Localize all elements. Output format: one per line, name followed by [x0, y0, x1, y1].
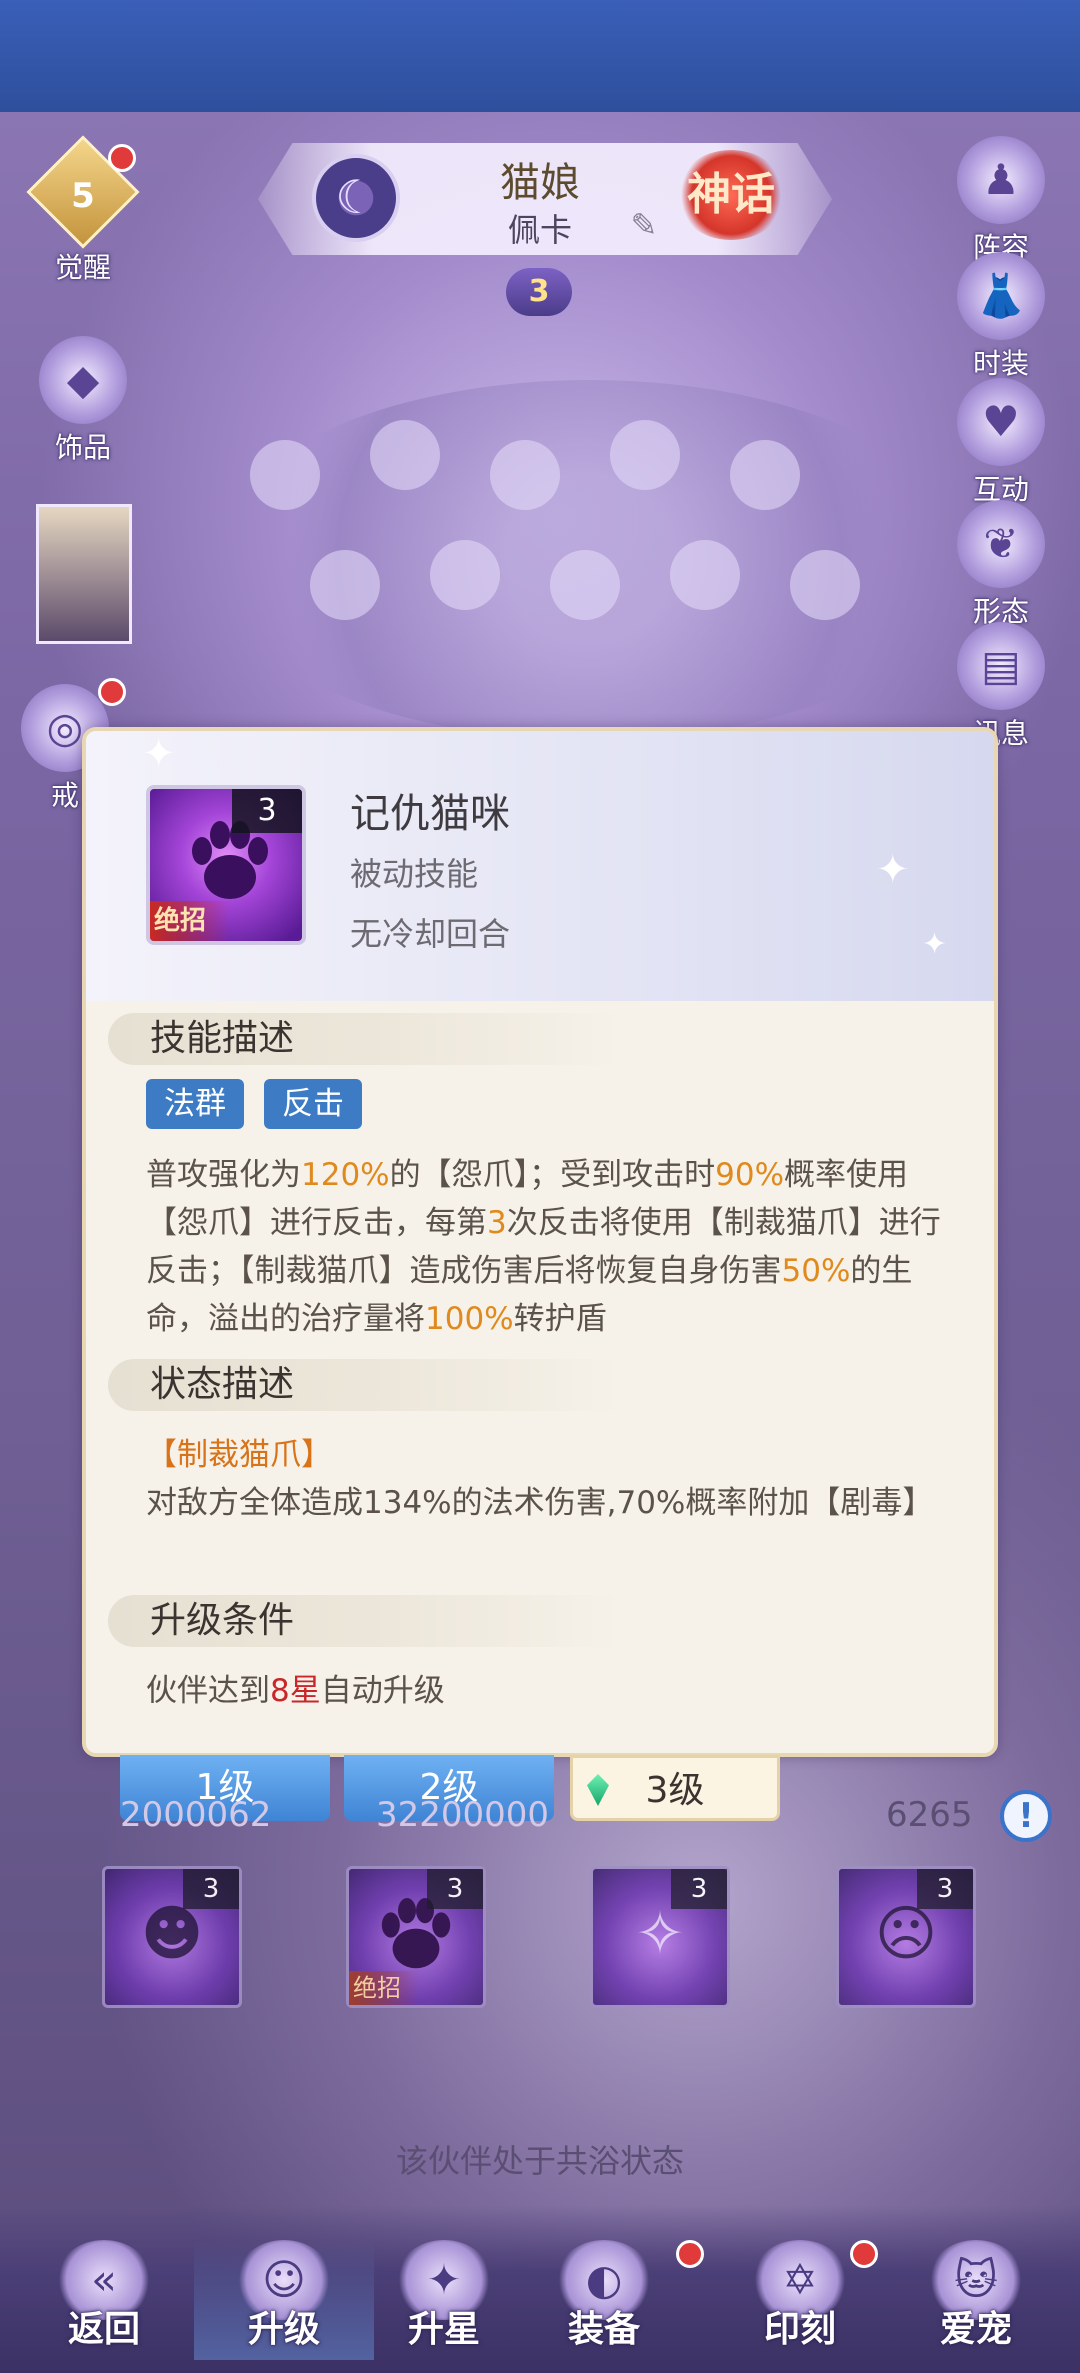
skill-level-badge: 3 — [232, 789, 302, 833]
nav-equipment-label: 装备 — [567, 2309, 640, 2350]
skill-header: ✦ ✦ ✦ 3 绝招 记仇猫咪 被动技能 无冷却回合 — [86, 731, 994, 1001]
accessory-label: 饰品 — [54, 431, 111, 464]
rarity-badge: 神话 — [676, 150, 786, 240]
lineup-button[interactable]: ♟ 阵容 — [946, 136, 1056, 266]
form-button[interactable]: ❦ 形态 — [946, 500, 1056, 630]
tag-counter: 反击 — [264, 1079, 362, 1129]
nav-star-up-label: 升星 — [407, 2309, 480, 2350]
notification-dot — [98, 678, 126, 706]
slot-level: 3 — [917, 1869, 973, 1909]
notification-dot — [108, 144, 136, 172]
accessory-icon: ◆ — [39, 336, 127, 424]
tab-level-3[interactable]: 3级 — [570, 1755, 780, 1821]
info-icon[interactable]: ! — [1000, 1790, 1052, 1842]
character-portrait-thumbnail[interactable] — [36, 504, 132, 644]
skill-slot[interactable]: ✧ 3 — [590, 1866, 730, 2008]
heart-icon: ♥ — [957, 378, 1045, 466]
nav-star-up[interactable]: ✦ 升星 — [354, 2240, 534, 2360]
awaken-label: 觉醒 — [54, 251, 111, 284]
desc-value: 3 — [487, 1205, 507, 1241]
nav-upgrade[interactable]: ☺ 升级 — [194, 2240, 374, 2360]
slot-level: 3 — [671, 1869, 727, 1909]
desc-text: 普攻强化为 — [146, 1157, 301, 1193]
book-icon: ▤ — [957, 622, 1045, 710]
edit-name-icon[interactable]: ✎ — [624, 206, 664, 244]
desc-value: 90% — [715, 1157, 785, 1193]
sparkle-icon: ✦ — [142, 731, 176, 777]
sparkle-icon: ✦ — [876, 847, 910, 893]
nav-back-label: 返回 — [67, 2309, 140, 2350]
stat-right: 6265 — [886, 1795, 973, 1835]
nav-imprint[interactable]: ✡ 印刻 — [710, 2240, 890, 2360]
upgrade-text: 自动升级 — [320, 1673, 445, 1709]
background-dots — [230, 400, 930, 700]
stat-left: 2000062 — [120, 1795, 272, 1835]
skill-description-text: 普攻强化为120%的【怨爪】；受到攻击时90%概率使用【怨爪】进行反击，每第3次… — [146, 1151, 946, 1343]
upgrade-condition-text: 伙伴达到8星自动升级 — [146, 1667, 946, 1715]
costume-icon: 👗 — [957, 252, 1045, 340]
nav-pet[interactable]: 🐱 爱宠 — [886, 2240, 1066, 2360]
skill-title: 记仇猫咪 — [350, 791, 510, 837]
desc-text: 转护盾 — [513, 1301, 607, 1337]
desc-value: 100% — [425, 1301, 514, 1337]
skill-detail-panel: ✦ ✦ ✦ 3 绝招 记仇猫咪 被动技能 无冷却回合 技能描述 法群 反击 普攻… — [82, 727, 998, 1757]
tab-level-3-label: 3级 — [645, 1770, 705, 1811]
ultimate-tag: 绝招 — [150, 901, 230, 941]
costume-label: 时装 — [972, 347, 1029, 380]
butterfly-icon: ❦ — [957, 500, 1045, 588]
slot-ultimate-tag: 绝招 — [349, 1971, 419, 2005]
nav-upgrade-label: 升级 — [247, 2309, 320, 2350]
nav-equipment[interactable]: ◐ 装备 — [514, 2240, 704, 2360]
section-skill-description: 技能描述 — [108, 1013, 628, 1065]
top-banner — [0, 0, 1080, 112]
skill-icon: 3 绝招 — [146, 785, 306, 945]
character-subname: 佩卡 — [507, 211, 572, 249]
skill-type: 被动技能 — [350, 855, 479, 893]
sparkle-icon: ✦ — [922, 927, 948, 962]
slot-level: 3 — [427, 1869, 483, 1909]
awaken-level: 5 — [71, 176, 95, 216]
nav-imprint-label: 印刻 — [763, 2309, 836, 2350]
skill-slot[interactable]: ☹ 3 — [836, 1866, 976, 2008]
state-description-text: 对敌方全体造成134%的法术伤害,70%概率附加【剧毒】 — [146, 1485, 934, 1521]
section-upgrade-condition: 升级条件 — [108, 1595, 628, 1647]
grin-face-icon: ☹ — [874, 1899, 938, 1969]
bath-status-text: 该伙伴处于共浴状态 — [395, 2142, 684, 2180]
awaken-button[interactable]: 5 觉醒 — [26, 135, 140, 286]
interact-button[interactable]: ♥ 互动 — [946, 378, 1056, 508]
skill-cooldown: 无冷却回合 — [350, 915, 511, 953]
costume-button[interactable]: 👗 时装 — [946, 252, 1056, 382]
desc-value: 120% — [301, 1157, 390, 1193]
moon-faction-icon: ☾ — [312, 154, 400, 242]
desc-text: 的【怨爪】；受到攻击时 — [389, 1157, 716, 1193]
notification-dot — [850, 2240, 878, 2268]
star-level-badge: 3 — [506, 268, 572, 316]
slot-level: 3 — [183, 1869, 239, 1909]
nav-back[interactable]: « 返回 — [14, 2240, 194, 2360]
notification-dot — [676, 2240, 704, 2268]
character-name: 猫娘 — [500, 160, 580, 206]
skill-slot[interactable]: ☻ 3 — [102, 1866, 242, 2008]
upgrade-text: 伙伴达到 — [146, 1673, 270, 1709]
accessory-button[interactable]: ◆ 饰品 — [28, 336, 138, 466]
gem-icon — [587, 1774, 609, 1806]
cat-silhouette-icon: ✧ — [634, 1899, 686, 1969]
stat-middle: 32200000 — [376, 1795, 550, 1835]
ghost-cat-icon: ☻ — [140, 1899, 204, 1969]
tag-group-magic: 法群 — [146, 1079, 244, 1129]
nav-pet-label: 爱宠 — [939, 2309, 1012, 2350]
lineup-icon: ♟ — [957, 136, 1045, 224]
section-state-description: 状态描述 — [108, 1359, 628, 1411]
desc-value: 50% — [781, 1253, 851, 1289]
skill-slot[interactable]: 3 绝招 — [346, 1866, 486, 2008]
state-name: 【制裁猫爪】 — [146, 1437, 332, 1473]
upgrade-value: 8星 — [270, 1673, 321, 1709]
